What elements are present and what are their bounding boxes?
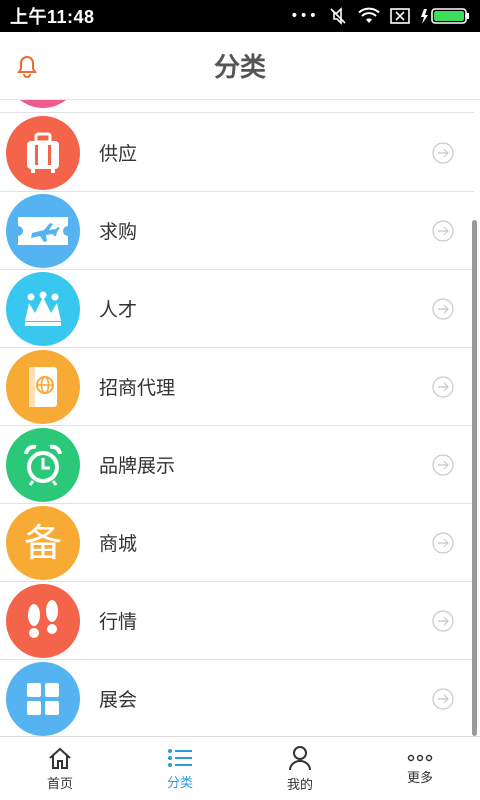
arrow-right-icon — [432, 297, 454, 320]
tab-label: 我的 — [286, 777, 313, 793]
tab-home[interactable]: 首页 — [0, 737, 120, 800]
list-item-label: 招商代理 — [99, 377, 176, 399]
more-dots-icon: ••• — [290, 8, 318, 24]
list-item-brand[interactable]: 品牌展示 — [0, 426, 474, 504]
bell-icon[interactable] — [16, 54, 38, 78]
list-item-label: 求购 — [99, 221, 138, 243]
status-icons: ••• — [290, 6, 470, 26]
list-item-mall[interactable]: 备 商城 — [0, 504, 474, 582]
arrow-right-icon — [432, 219, 454, 242]
battery-charging-icon — [421, 8, 469, 24]
list-item-agency[interactable]: 招商代理 — [0, 348, 474, 426]
grid-icon — [6, 661, 80, 736]
list-item-label: 品牌展示 — [99, 455, 176, 477]
arrow-right-icon — [432, 375, 454, 398]
passport-icon — [6, 349, 80, 424]
list-item-label: 行情 — [99, 611, 138, 633]
list-item-label: 人才 — [99, 299, 138, 321]
list-item-market[interactable]: 行情 — [0, 582, 474, 660]
category-list[interactable]: 供应 求购 人才 招商代理 品牌展示 备 商城 行情 展会 — [0, 100, 480, 736]
arrow-right-icon — [432, 609, 454, 632]
list-item-exhibition[interactable]: 展会 — [0, 660, 474, 736]
list-item-label: 展会 — [99, 689, 138, 711]
mute-icon — [330, 7, 346, 25]
list-item-talent[interactable]: 人才 — [0, 270, 474, 348]
status-time: 上午11:48 — [10, 7, 95, 27]
footprints-icon — [6, 583, 80, 658]
tab-label: 首页 — [46, 776, 73, 792]
user-icon — [289, 745, 311, 770]
list-item-partial[interactable] — [0, 100, 474, 113]
list-item-purchase[interactable]: 求购 — [0, 192, 474, 270]
tab-label: 更多 — [406, 770, 433, 786]
arrow-right-icon — [432, 531, 454, 554]
wifi-icon — [358, 7, 380, 23]
tab-bar: 首页 分类 我的 更多 — [0, 736, 480, 800]
tab-more[interactable]: 更多 — [360, 737, 480, 800]
plane-ticket-icon — [6, 193, 80, 268]
app-header: 分类 — [0, 32, 480, 100]
tab-mine[interactable]: 我的 — [240, 737, 360, 800]
more-icon — [407, 754, 433, 761]
alarm-clock-icon — [6, 427, 80, 502]
no-sim-icon — [390, 8, 410, 24]
arrow-right-icon — [432, 453, 454, 476]
status-bar: 上午11:48 ••• — [0, 0, 480, 32]
list-item-supply[interactable]: 供应 — [0, 114, 474, 192]
home-icon — [49, 747, 71, 769]
arrow-right-icon — [432, 687, 454, 710]
list-item-label: 商城 — [99, 533, 138, 555]
bei-char-icon: 备 — [6, 505, 80, 580]
partial-icon-circle — [6, 100, 80, 108]
tab-label: 分类 — [166, 775, 193, 791]
luggage-icon — [6, 115, 80, 190]
list-icon — [168, 748, 192, 767]
arrow-right-icon — [432, 141, 454, 164]
crown-icon — [6, 271, 80, 346]
list-item-label: 供应 — [99, 143, 138, 165]
page-title: 分类 — [213, 53, 266, 83]
tab-category[interactable]: 分类 — [120, 737, 240, 800]
scrollbar[interactable] — [472, 220, 477, 736]
bei-char-glyph: 备 — [23, 520, 62, 565]
